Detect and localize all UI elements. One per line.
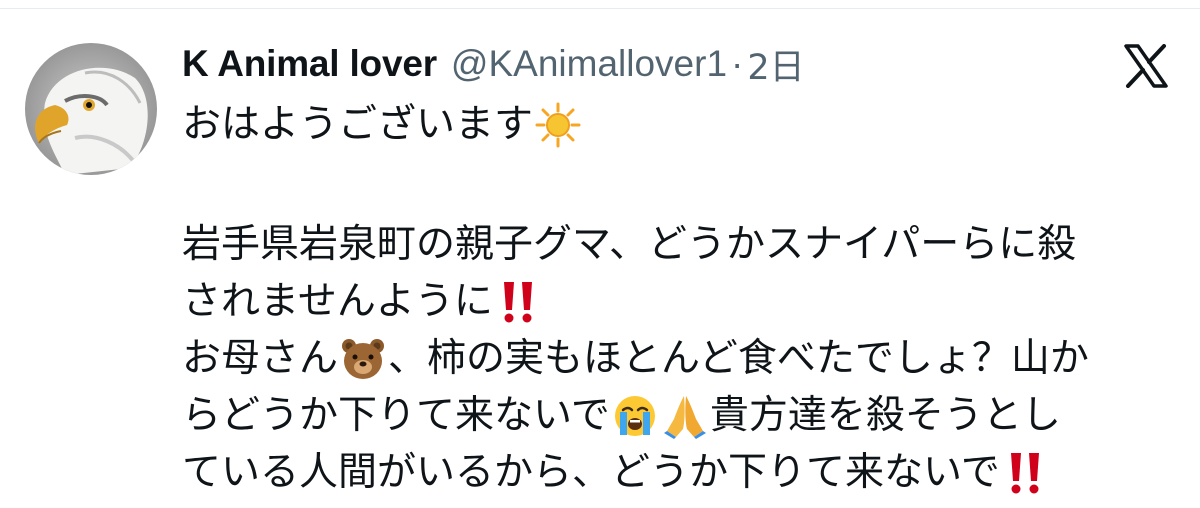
tweet-line: ている人間がいるから、どうか下りて来ないで	[182, 444, 1172, 501]
tweet-header: K Animal lover @KAnimallover1 · 2日	[182, 38, 805, 90]
body-text: されませんように	[182, 279, 493, 324]
x-logo-icon[interactable]	[1120, 44, 1172, 88]
body-text: 貴方達を殺そうとし	[709, 393, 1061, 438]
author-display-name[interactable]: K Animal lover	[182, 43, 437, 85]
author-handle[interactable]: @KAnimallover1	[451, 43, 727, 85]
sun-emoji-icon	[535, 102, 581, 148]
folded-hands-emoji-icon	[662, 393, 708, 439]
greeting-text: おはようございます	[182, 102, 534, 147]
body-text: ている人間がいるから、どうか下りて来ないで	[182, 450, 1000, 495]
tweet-body: おはようございます 岩手県岩泉町の親子グマ、どうかスナイパーらに殺 されませんよ…	[182, 96, 1172, 501]
body-text: お母さん	[182, 336, 339, 381]
double-exclamation-emoji-icon	[495, 279, 541, 325]
body-text: 岩手県岩泉町の親子グマ、どうかスナイパーらに殺	[182, 222, 1077, 267]
separator-dot: ·	[731, 43, 744, 84]
bear-face-emoji-icon	[340, 336, 386, 382]
tweet-timestamp[interactable]: 2日	[747, 39, 804, 90]
top-divider	[0, 8, 1200, 9]
body-text: 、柿の実もほとんど食べたでしょ？山か	[388, 336, 1089, 381]
double-exclamation-emoji-icon	[1002, 450, 1048, 496]
avatar[interactable]	[25, 43, 157, 175]
tweet-line: お母さん 、柿の実もほとんど食べたでしょ？山か	[182, 330, 1172, 387]
loudly-crying-face-emoji-icon	[612, 393, 658, 439]
tweet-line: らどうか下りて来ないで 貴方達を殺そうとし	[182, 387, 1172, 444]
eagle-avatar-icon	[25, 43, 157, 175]
tweet-line: おはようございます	[182, 96, 1172, 153]
body-text: らどうか下りて来ないで	[182, 393, 610, 438]
tweet-line: 岩手県岩泉町の親子グマ、どうかスナイパーらに殺	[182, 216, 1172, 273]
tweet-line: されませんように	[182, 273, 1172, 330]
